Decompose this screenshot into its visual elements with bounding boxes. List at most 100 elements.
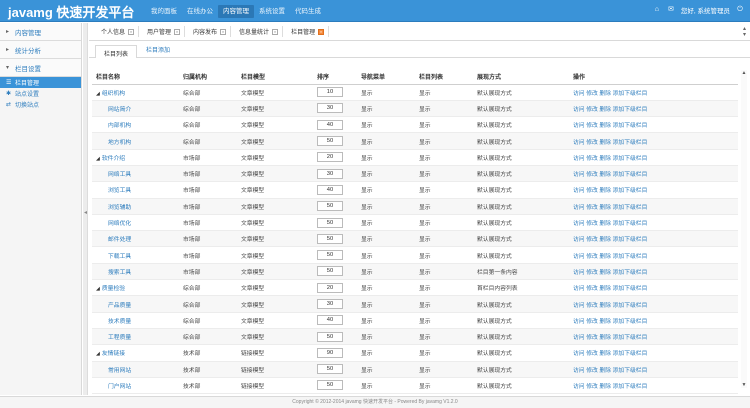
column-name-link[interactable]: 内部机构	[108, 123, 131, 129]
order-input[interactable]	[317, 315, 343, 326]
mail-icon[interactable]: ✉	[667, 6, 675, 14]
column-name-cell[interactable]: 邮件处理	[92, 230, 179, 248]
scroll-up-icon[interactable]: ▲	[741, 70, 747, 76]
ops-cell[interactable]: 访问 修改 删除 添加下级栏目	[569, 116, 738, 134]
column-name-link[interactable]: 软件介绍	[102, 156, 125, 162]
column-name-cell[interactable]: 技术质量	[92, 312, 179, 329]
column-name-cell[interactable]: 内部机构	[92, 116, 179, 134]
column-name-cell[interactable]: 下载工具	[92, 246, 179, 264]
column-name-cell[interactable]: 产品质量	[92, 295, 179, 313]
ops-cell[interactable]: 访问 修改 删除 添加下级栏目	[569, 84, 738, 101]
column-name-cell[interactable]: 地方机构	[92, 132, 179, 150]
header-display[interactable]: 展现方式	[473, 70, 569, 85]
tab-content-publish[interactable]: 内容发布 ×	[189, 26, 232, 37]
home-icon[interactable]: ⌂	[653, 6, 661, 14]
ops-cell[interactable]: 访问 修改 删除 添加下级栏目	[569, 132, 738, 150]
sidebar-item-site-settings[interactable]: ✱ 站点设置	[0, 88, 81, 99]
column-name-link[interactable]: 浏览辅助	[108, 205, 131, 211]
sidebar-group-column-settings[interactable]: ▾ 栏目设置	[0, 59, 81, 77]
close-icon[interactable]: ×	[128, 28, 135, 35]
header-list[interactable]: 栏目列表	[415, 70, 473, 85]
ops-cell[interactable]: 访问 修改 删除 添加下级栏目	[569, 377, 738, 395]
nav-item-codegen[interactable]: 代码生成	[290, 5, 326, 18]
order-input[interactable]	[317, 87, 343, 98]
column-name-link[interactable]: 友情链接	[102, 351, 125, 357]
column-name-link[interactable]: 工程质量	[108, 335, 131, 341]
column-name-link[interactable]: 网站简介	[108, 107, 131, 113]
column-name-link[interactable]: 门户网站	[108, 384, 131, 390]
order-input[interactable]	[317, 347, 343, 358]
column-name-cell[interactable]: ◢ 友情链接	[92, 344, 179, 362]
close-icon[interactable]: ×	[272, 28, 279, 35]
column-name-cell[interactable]: 门户网站	[92, 377, 179, 395]
ops-cell[interactable]: 访问 修改 删除 添加下级栏目	[569, 263, 738, 281]
column-name-cell[interactable]: 网络工具	[92, 165, 179, 183]
column-name-cell[interactable]: 浏览工具	[92, 181, 179, 199]
order-input[interactable]	[317, 184, 343, 195]
ops-cell[interactable]: 访问 修改 删除 添加下级栏目	[569, 328, 738, 346]
ops-cell[interactable]: 访问 修改 删除 添加下级栏目	[569, 246, 738, 264]
order-input[interactable]	[317, 266, 343, 277]
order-input[interactable]	[317, 168, 343, 179]
header-model[interactable]: 栏目模型	[237, 70, 313, 85]
column-name-cell[interactable]: ◢ 组织机构	[92, 84, 179, 101]
column-name-link[interactable]: 搜索工具	[108, 270, 131, 276]
column-name-link[interactable]: 地方机构	[108, 140, 131, 146]
order-input[interactable]	[317, 136, 343, 147]
column-name-cell[interactable]: 网站简介	[92, 100, 179, 118]
ops-cell[interactable]: 访问 修改 删除 添加下级栏目	[569, 181, 738, 199]
sidebar-item-column-manage[interactable]: ☰ 栏目管理	[0, 77, 81, 88]
column-name-link[interactable]: 网络工具	[108, 172, 131, 178]
tab-info-stats[interactable]: 信息量统计 ×	[235, 26, 284, 37]
order-input[interactable]	[317, 103, 343, 114]
order-input[interactable]	[317, 331, 343, 342]
column-name-cell[interactable]: 浏览辅助	[92, 198, 179, 215]
user-greeting[interactable]: 您好, 系统管理员	[681, 5, 730, 15]
column-name-cell[interactable]: 常用网站	[92, 361, 179, 378]
ops-cell[interactable]: 访问 修改 删除 添加下级栏目	[569, 165, 738, 183]
sidebar-group-content[interactable]: ▸ 内容管理	[0, 23, 81, 41]
order-input[interactable]	[317, 201, 343, 212]
ops-cell[interactable]: 访问 修改 删除 添加下级栏目	[569, 312, 738, 329]
tab-personal-info[interactable]: 个人信息 ×	[97, 26, 140, 37]
tab-column-list[interactable]: 栏目列表	[95, 45, 138, 58]
order-input[interactable]	[317, 380, 343, 391]
column-name-cell[interactable]: ◢ 质量检验	[92, 279, 179, 297]
order-input[interactable]	[317, 233, 343, 244]
expand-caret-icon[interactable]: ◢	[96, 156, 100, 162]
column-name-link[interactable]: 质量检验	[102, 286, 125, 292]
sidebar-item-switch-site[interactable]: ⇄ 切换站点	[0, 99, 81, 110]
column-name-link[interactable]: 技术质量	[108, 319, 131, 325]
nav-item-office[interactable]: 在线办公	[182, 5, 218, 18]
sidebar-group-stats[interactable]: ▸ 统计分析	[0, 41, 81, 59]
order-input[interactable]	[317, 282, 343, 293]
expand-caret-icon[interactable]: ◢	[96, 351, 100, 357]
header-menu[interactable]: 导航菜单	[357, 70, 415, 85]
column-name-cell[interactable]: 网络优化	[92, 214, 179, 232]
column-name-link[interactable]: 网络优化	[108, 221, 131, 227]
tab-column-manage[interactable]: 栏目管理 ×	[287, 26, 330, 37]
sidebar-collapse-bar[interactable]: ◂	[83, 23, 88, 395]
order-input[interactable]	[317, 152, 343, 163]
column-name-cell[interactable]: 工程质量	[92, 328, 179, 346]
column-name-link[interactable]: 邮件处理	[108, 237, 131, 243]
order-input[interactable]	[317, 299, 343, 309]
order-input[interactable]	[317, 364, 343, 375]
column-name-link[interactable]: 组织机构	[102, 91, 125, 97]
ops-cell[interactable]: 访问 修改 删除 添加下级栏目	[569, 344, 738, 362]
chevron-left-icon[interactable]: ◂	[83, 209, 88, 216]
header-ops[interactable]: 操作	[569, 70, 738, 85]
expand-caret-icon[interactable]: ◢	[96, 91, 100, 97]
close-icon[interactable]: ×	[318, 28, 325, 35]
nav-item-dashboard[interactable]: 我的面板	[146, 5, 182, 18]
ops-cell[interactable]: 访问 修改 删除 添加下级栏目	[569, 279, 738, 297]
column-name-link[interactable]: 浏览工具	[108, 188, 131, 194]
close-icon[interactable]: ×	[220, 28, 227, 35]
vertical-scrollbar[interactable]: ▲ ▼	[741, 70, 747, 388]
ops-cell[interactable]: 访问 修改 删除 添加下级栏目	[569, 295, 738, 313]
expand-caret-icon[interactable]: ◢	[96, 286, 100, 292]
header-name[interactable]: 栏目名称	[92, 70, 179, 85]
column-name-cell[interactable]: 搜索工具	[92, 263, 179, 281]
ops-cell[interactable]: 访问 修改 删除 添加下级栏目	[569, 230, 738, 248]
header-order[interactable]: 排序	[313, 70, 357, 85]
